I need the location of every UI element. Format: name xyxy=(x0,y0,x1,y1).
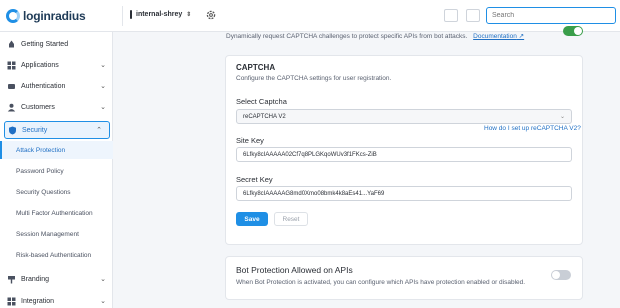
chevron-down-icon: ⌄ xyxy=(100,276,106,283)
sidebar-subitem-mfa[interactable]: Multi Factor Authentication xyxy=(0,204,113,222)
chevron-down-icon: ⌄ xyxy=(559,114,565,120)
sidebar-subitem-security-questions[interactable]: Security Questions xyxy=(0,183,113,201)
palette-icon xyxy=(8,275,15,283)
logo-text: loginradius xyxy=(23,9,86,23)
captcha-card-title: CAPTCHA xyxy=(236,63,276,72)
puzzle-icon xyxy=(7,297,16,305)
sidebar-item-label: Integration xyxy=(21,297,55,305)
select-captcha-label: Select Captcha xyxy=(236,97,287,106)
shield-icon xyxy=(9,126,16,134)
chevron-down-icon: ⌄ xyxy=(100,62,106,69)
gear-icon[interactable] xyxy=(205,9,217,21)
reset-button[interactable]: Reset xyxy=(274,212,308,226)
brand-logo[interactable]: loginradius xyxy=(6,8,86,24)
logo-icon xyxy=(6,9,20,23)
key-icon xyxy=(8,83,15,89)
sidebar-item-label: Getting Started xyxy=(21,40,69,48)
chevron-down-icon: ⌄ xyxy=(100,104,106,111)
sidebar-subitem-attack-protection[interactable]: Attack Protection xyxy=(0,141,113,159)
chevron-down-icon: ⌄ xyxy=(100,298,106,305)
sidebar-item-branding[interactable]: Branding ⌄ xyxy=(0,270,113,288)
bot-protection-toggle[interactable] xyxy=(551,270,571,280)
search-input[interactable] xyxy=(486,7,616,24)
chat-icon[interactable] xyxy=(466,9,480,22)
sidebar-item-applications[interactable]: Applications ⌄ xyxy=(0,56,113,74)
documentation-link-label: Documentation xyxy=(473,33,517,40)
captcha-enable-toggle[interactable] xyxy=(563,26,583,36)
sidebar-subitem-risk-based-auth[interactable]: Risk-based Authentication xyxy=(0,246,113,264)
book-icon[interactable] xyxy=(444,9,458,22)
chevron-down-icon: ⌄ xyxy=(100,83,106,90)
sidebar: Getting Started Applications ⌄ Authentic… xyxy=(0,32,113,308)
sidebar-subitem-session-management[interactable]: Session Management xyxy=(0,225,113,243)
bot-protection-subtitle: When Bot Protection is activated, you ca… xyxy=(236,279,526,286)
sidebar-item-label: Authentication xyxy=(21,82,66,90)
top-bar: loginradius internal-shrey ⇕ xyxy=(0,0,620,32)
sidebar-item-getting-started[interactable]: Getting Started xyxy=(0,35,113,53)
sidebar-item-label: Branding xyxy=(21,275,50,283)
app-switcher[interactable]: internal-shrey ⇕ xyxy=(130,10,191,19)
save-button[interactable]: Save xyxy=(236,212,268,226)
chevron-up-icon: ⌃ xyxy=(96,127,102,134)
grid-icon xyxy=(7,61,16,69)
chevron-updown-icon: ⇕ xyxy=(186,12,192,18)
rocket-icon xyxy=(9,40,14,47)
intro-description: Dynamically request CAPTCHA challenges t… xyxy=(226,33,468,40)
secret-key-field[interactable]: 6Lfky8cIAAAAAG8md0Xmo08bmk4k8aEs41...YaF… xyxy=(236,186,572,201)
intro-text: Dynamically request CAPTCHA challenges t… xyxy=(226,32,524,40)
sidebar-item-integration[interactable]: Integration ⌄ xyxy=(0,292,113,308)
sidebar-item-label: Security xyxy=(22,126,48,134)
recaptcha-help-link[interactable]: How do I set up reCAPTCHA V2? xyxy=(484,125,581,132)
bot-protection-card xyxy=(225,256,583,300)
sidebar-subitem-password-policy[interactable]: Password Policy xyxy=(0,162,113,180)
captcha-select[interactable]: reCAPTCHA V2 ⌄ xyxy=(236,109,572,124)
captcha-select-value: reCAPTCHA V2 xyxy=(243,114,286,120)
secret-key-label: Secret Key xyxy=(236,175,273,184)
app-indicator-icon xyxy=(130,10,132,19)
site-key-field[interactable]: 6Lfky8cIAAAAA02Cf7q8PLGKqoWUv3f1FKcs-ZiB xyxy=(236,147,572,162)
captcha-card-subtitle: Configure the CAPTCHA settings for user … xyxy=(236,75,392,82)
app-name: internal-shrey xyxy=(136,11,183,18)
site-key-label: Site Key xyxy=(236,136,264,145)
sidebar-item-authentication[interactable]: Authentication ⌄ xyxy=(0,77,113,95)
sidebar-item-customers[interactable]: Customers ⌄ xyxy=(0,98,113,116)
documentation-link[interactable]: Documentation ↗ xyxy=(473,33,524,40)
sidebar-item-label: Customers xyxy=(21,103,55,111)
sidebar-item-security[interactable]: Security ⌃ xyxy=(4,121,110,139)
user-icon xyxy=(7,103,16,111)
sidebar-item-label: Applications xyxy=(21,61,59,69)
bot-protection-title: Bot Protection Allowed on APIs xyxy=(236,265,353,275)
divider xyxy=(122,6,123,26)
